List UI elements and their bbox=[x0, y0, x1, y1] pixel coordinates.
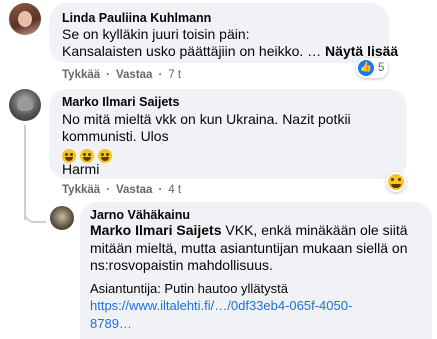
article-link[interactable]: 8789… bbox=[90, 315, 132, 333]
comment-text: Marko Ilmari Saijets VKK, enkä minäkään … bbox=[90, 221, 408, 239]
separator: · bbox=[106, 184, 110, 196]
avatar-marko[interactable] bbox=[9, 89, 41, 121]
timestamp[interactable]: 4 t bbox=[168, 184, 181, 196]
comment-text: kommunisti. Ulos bbox=[62, 128, 169, 144]
comment-text: No mitä mieltä vkk on kun Ukraina. Nazit… bbox=[62, 111, 351, 127]
quote-text: Asiantuntija: Putin hautoo yllätystä bbox=[90, 281, 289, 296]
like-button[interactable]: Tykkää bbox=[62, 69, 100, 81]
comment-text: Harmi bbox=[62, 161, 100, 177]
comment-text: Kansalaisten usko päättäjiin on heikko. … bbox=[62, 42, 398, 60]
like-button[interactable]: Tykkää bbox=[62, 184, 100, 196]
reply-connector bbox=[24, 205, 46, 223]
reply-button[interactable]: Vastaa bbox=[116, 184, 152, 196]
reaction-summary[interactable]: 👍 5 bbox=[356, 58, 389, 78]
avatar-linda[interactable] bbox=[9, 3, 41, 35]
reaction-count: 5 bbox=[378, 62, 385, 74]
article-link[interactable]: https://www.iltalehti.fi/…/0df33eb4-065f… bbox=[90, 297, 352, 315]
avatar-jarno[interactable] bbox=[50, 206, 74, 230]
comment-text: ns:rosvopaistin mahdollisuus. bbox=[90, 257, 273, 273]
face-shape bbox=[18, 11, 32, 27]
timestamp[interactable]: 7 t bbox=[168, 69, 181, 81]
comment-author[interactable]: Jarno Vähäkainu bbox=[90, 208, 190, 222]
comment-author[interactable]: Linda Pauliina Kuhlmann bbox=[62, 11, 211, 25]
reply-button[interactable]: Vastaa bbox=[116, 69, 152, 81]
comment-text-line: VKK, enkä minäkään ole siitä bbox=[221, 222, 408, 238]
comment-actions: Tykkää · Vastaa · 4 t bbox=[62, 184, 181, 196]
laugh-emoji bbox=[97, 149, 112, 164]
see-more-link[interactable]: Näytä lisää bbox=[325, 43, 398, 59]
reaction-summary[interactable] bbox=[386, 172, 406, 192]
like-icon: 👍 bbox=[358, 60, 374, 76]
face-shape bbox=[17, 99, 33, 111]
mention-link[interactable]: Marko Ilmari Saijets bbox=[90, 222, 222, 238]
separator: · bbox=[158, 69, 163, 81]
separator: · bbox=[106, 69, 110, 81]
comment-author[interactable]: Marko Ilmari Saijets bbox=[62, 95, 179, 109]
comment-actions: Tykkää · Vastaa · 7 t bbox=[62, 69, 181, 81]
comment-text-line: Kansalaisten usko päättäjiin on heikko. … bbox=[62, 43, 326, 59]
haha-icon bbox=[388, 174, 404, 190]
separator: · bbox=[158, 184, 163, 196]
comment-text: Se on kylläkin juuri toisin päin: bbox=[62, 26, 250, 42]
comment-text: mitään mieltä, mutta asiantuntijan mukaa… bbox=[90, 240, 408, 256]
